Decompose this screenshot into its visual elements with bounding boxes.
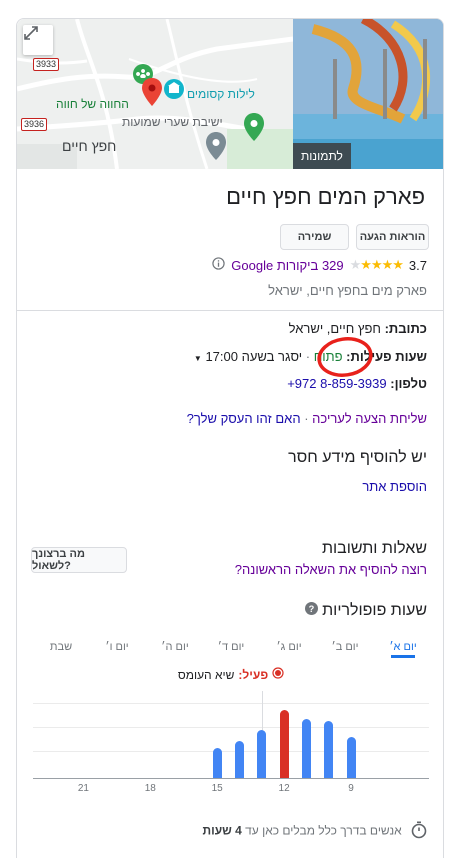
expand-map-button[interactable]: [23, 25, 53, 55]
ask-question-button[interactable]: מה ברצונך לשאול?: [31, 547, 127, 573]
hour-bar[interactable]: [346, 737, 356, 778]
gridline: [33, 727, 429, 728]
dwell-time-row: אנשים בדרך כלל מבלים כאן עד 4 שעות: [202, 821, 427, 842]
place-category: פארק מים בחפץ חיים, ישראל: [268, 283, 427, 298]
phone-label: טלפון:: [390, 376, 427, 391]
save-button[interactable]: שמירה: [280, 224, 349, 250]
popular-times-chart: 9 12 15 18 21: [17, 687, 443, 807]
tab-tuesday[interactable]: יום ג׳: [276, 641, 301, 653]
dwell-value: 4 שעות: [202, 823, 242, 838]
address-row: כתובת: חפץ חיים, ישראל: [289, 321, 427, 336]
photos-label: לתמונות: [293, 143, 351, 169]
photos-thumbnail[interactable]: לתמונות: [293, 19, 443, 169]
edit-row: שליחת הצעה לעריכה · האם זהו העסק שלך?: [186, 411, 427, 426]
directions-button[interactable]: הוראות הגעה: [356, 224, 429, 250]
live-hour-bar[interactable]: [279, 710, 289, 778]
phone-link[interactable]: +972 8-859-3939: [287, 376, 386, 391]
rating-stars: ★★★★★: [349, 257, 404, 272]
tab-monday[interactable]: יום ב׳: [331, 641, 358, 653]
info-icon[interactable]: [212, 257, 225, 273]
hours-detail: יסגר בשעה 17:00: [205, 349, 303, 364]
x-tick-label: 12: [278, 783, 290, 794]
map-label-town: חפץ חיים: [62, 138, 117, 154]
rating-row: 3.7 ★★★★★ 329 ביקורות Google: [212, 257, 427, 273]
live-busyness: פעיל: שיא העומס: [17, 667, 443, 682]
hours-row[interactable]: שעות פעילות: פתוח · יסגר בשעה 17:00 ▼: [194, 349, 427, 364]
map-thumbnail[interactable]: 3933 3936 החווה של חווה לילות קסומים ישי…: [17, 19, 293, 169]
road-badge-3933: 3933: [33, 58, 60, 71]
phone-row: טלפון: +972 8-859-3939: [287, 376, 427, 391]
tab-saturday[interactable]: שבת: [50, 641, 72, 653]
hour-bar[interactable]: [235, 741, 244, 778]
map-label-magic-nights: לילות קסומים: [187, 87, 255, 101]
stopwatch-icon: [408, 821, 427, 842]
place-title: פארק המים חפץ חיים: [226, 184, 425, 209]
divider: [17, 310, 443, 311]
address-value[interactable]: חפץ חיים, ישראל: [289, 321, 381, 336]
x-tick-label: 9: [348, 783, 354, 794]
suggest-edit-link[interactable]: שליחת הצעה לעריכה: [312, 411, 427, 426]
gridline: [33, 703, 429, 704]
rating-value: 3.7: [408, 257, 427, 273]
qa-first-question-link[interactable]: רוצה להוסיף את השאלה הראשונה?: [235, 562, 427, 577]
x-tick-label: 15: [211, 783, 223, 794]
x-tick-label: 18: [144, 783, 156, 794]
tab-sunday[interactable]: יום א׳: [389, 641, 416, 653]
x-tick-label: 21: [77, 783, 89, 794]
own-business-link[interactable]: האם זהו העסק שלך?: [187, 411, 301, 426]
missing-info-heading: יש להוסיף מידע חסר: [288, 449, 427, 466]
live-dot-icon: [272, 667, 284, 682]
map-label-farm: החווה של חווה: [56, 97, 129, 111]
live-label: פעיל:: [238, 667, 269, 682]
tab-wednesday[interactable]: יום ד׳: [218, 641, 245, 653]
tab-thursday[interactable]: יום ה׳: [161, 641, 188, 653]
chart-baseline: [33, 778, 429, 779]
qa-heading: שאלות ותשובות: [321, 540, 427, 557]
hour-bar[interactable]: [324, 721, 334, 778]
map-label-yeshiva: ישיבת שערי שמועות: [122, 115, 223, 129]
gridline: [33, 751, 429, 752]
hour-bar[interactable]: [301, 718, 311, 778]
hour-bar[interactable]: [257, 730, 267, 778]
help-icon[interactable]: ?: [305, 602, 318, 618]
tab-friday[interactable]: יום ו׳: [105, 641, 128, 653]
road-badge-3936: 3936: [21, 118, 48, 131]
address-label: כתובת:: [384, 321, 427, 336]
annotation-circle: [317, 337, 373, 377]
day-tabs: יום א׳ יום ב׳ יום ג׳ יום ד׳ יום ה׳ יום ו…: [31, 637, 433, 658]
hour-bar[interactable]: [212, 748, 222, 778]
live-status: שיא העומס: [177, 667, 235, 682]
tab-selected-underline: [391, 655, 415, 658]
knowledge-panel: 3933 3936 החווה של חווה לילות קסומים ישי…: [16, 18, 444, 858]
dwell-prefix: אנשים בדרך כלל מבלים כאן עד: [245, 823, 402, 838]
add-website-link[interactable]: הוספת אתר: [362, 479, 427, 494]
reviews-link[interactable]: 329 ביקורות Google: [231, 258, 343, 273]
svg-text:?: ?: [309, 604, 315, 614]
popular-times-heading: שעות פופולריות: [322, 602, 427, 619]
dropdown-caret-icon[interactable]: ▼: [194, 354, 202, 363]
